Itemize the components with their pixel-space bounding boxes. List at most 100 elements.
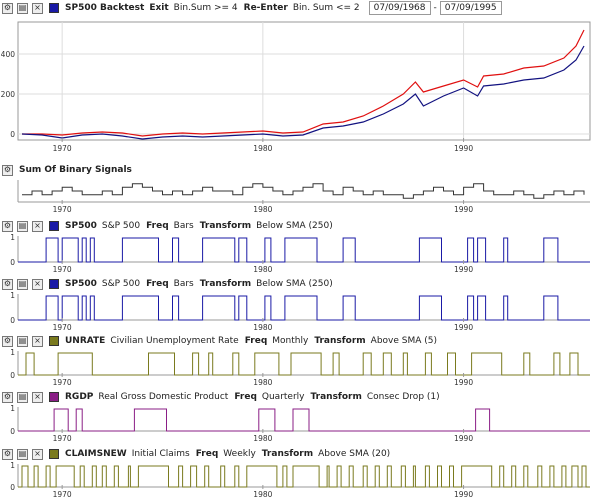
x-tick-label: 1980 bbox=[253, 323, 272, 332]
transform-label: Transform bbox=[199, 221, 252, 231]
signal-step-line bbox=[18, 408, 590, 432]
sp500-panel-2-header: ⚙ ▤ × SP500 S&P 500 Freq Bars Transform … bbox=[0, 276, 592, 292]
series-color-swatch[interactable] bbox=[49, 221, 59, 231]
freq-label: Freq bbox=[234, 392, 257, 402]
main-panel: ⚙ ▤ × SP500 Backtest Exit Bin.Sum >= 4 R… bbox=[0, 0, 592, 158]
series-name: CLAIMSNEW bbox=[65, 449, 127, 459]
y-tick-label: 0 bbox=[10, 316, 15, 325]
sp500-signal-chart-2: 1 0 1970 1980 1990 bbox=[10, 292, 590, 332]
transform-value[interactable]: Above SMA (20) bbox=[318, 449, 390, 459]
unrate-signal-chart: 1 0 1970 1980 1990 bbox=[10, 349, 590, 387]
copy-icon[interactable]: ▤ bbox=[17, 335, 28, 347]
x-tick-label: 1970 bbox=[53, 378, 72, 387]
x-tick-label: 1980 bbox=[253, 265, 272, 274]
x-tick-label: 1970 bbox=[53, 323, 72, 332]
copy-icon[interactable]: ▤ bbox=[17, 220, 28, 232]
rgdp-panel: ⚙ ▤ × RGDP Real Gross Domestic Product F… bbox=[0, 389, 592, 443]
close-icon[interactable]: × bbox=[32, 391, 43, 403]
transform-value[interactable]: Below SMA (250) bbox=[256, 279, 333, 289]
freq-label: Freq bbox=[195, 449, 219, 459]
x-tick-label: 1990 bbox=[454, 323, 473, 332]
backtest-name: SP500 Backtest bbox=[65, 3, 145, 13]
transform-value[interactable]: Above SMA (5) bbox=[371, 336, 437, 346]
y-tick-label: 0 bbox=[10, 427, 15, 436]
claims-signal-chart: 1 0 1970 1980 1990 bbox=[10, 462, 590, 499]
transform-value[interactable]: Consec Drop (1) bbox=[367, 392, 440, 402]
y-tick-label: 0 bbox=[10, 371, 15, 380]
date-separator: - bbox=[433, 3, 437, 13]
x-tick-label: 1990 bbox=[454, 144, 473, 153]
start-date-field[interactable]: 07/09/1968 bbox=[368, 1, 431, 15]
freq-value[interactable]: Bars bbox=[174, 279, 194, 289]
transform-label: Transform bbox=[310, 392, 362, 402]
x-tick-label: 1970 bbox=[53, 434, 72, 443]
series-color-swatch[interactable] bbox=[49, 336, 59, 346]
close-icon[interactable]: × bbox=[32, 2, 43, 14]
unrate-panel: ⚙ ▤ × UNRATE Civilian Unemployment Rate … bbox=[0, 333, 592, 387]
x-tick-label: 1980 bbox=[253, 490, 272, 499]
exit-label: Exit bbox=[149, 3, 169, 13]
close-icon[interactable]: × bbox=[32, 335, 43, 347]
freq-label: Freq bbox=[146, 221, 169, 231]
transform-label: Transform bbox=[199, 279, 252, 289]
gear-icon[interactable]: ⚙ bbox=[2, 391, 13, 403]
series-desc: Civilian Unemployment Rate bbox=[110, 336, 239, 346]
freq-value[interactable]: Bars bbox=[174, 221, 194, 231]
freq-value[interactable]: Monthly bbox=[272, 336, 308, 346]
main-panel-header: ⚙ ▤ × SP500 Backtest Exit Bin.Sum >= 4 R… bbox=[0, 0, 592, 16]
transform-label: Transform bbox=[314, 336, 366, 346]
x-tick-label: 1980 bbox=[253, 144, 272, 153]
sp500-panel-1: ⚙ ▤ × SP500 S&P 500 Freq Bars Transform … bbox=[0, 218, 592, 274]
signal-line bbox=[22, 183, 585, 199]
x-tick-label: 1990 bbox=[454, 265, 473, 274]
y-tick-label: 1 bbox=[10, 234, 15, 242]
series-desc: Real Gross Domestic Product bbox=[98, 392, 229, 402]
close-icon[interactable]: × bbox=[32, 220, 43, 232]
close-icon[interactable]: × bbox=[32, 278, 43, 290]
y-tick-label: 1 bbox=[10, 292, 15, 300]
freq-value[interactable]: Weekly bbox=[223, 449, 255, 459]
y-tick-label: 0 bbox=[10, 130, 15, 139]
gear-icon[interactable]: ⚙ bbox=[2, 278, 13, 290]
copy-icon[interactable]: ▤ bbox=[17, 278, 28, 290]
x-tick-label: 1980 bbox=[253, 205, 272, 214]
x-tick-label: 1980 bbox=[253, 378, 272, 387]
y-tick-label: 400 bbox=[1, 50, 16, 59]
sum-chart: 1970 1980 1990 bbox=[17, 180, 590, 214]
signal-step-line bbox=[18, 352, 590, 376]
x-tick-label: 1990 bbox=[454, 378, 473, 387]
sum-panel: ⚙ Sum Of Binary Signals 1970 1980 1990 bbox=[0, 162, 592, 214]
transform-value[interactable]: Below SMA (250) bbox=[256, 221, 333, 231]
close-icon[interactable]: × bbox=[32, 448, 43, 460]
series-name: RGDP bbox=[65, 392, 94, 402]
plot-area bbox=[17, 21, 591, 141]
rgdp-panel-header: ⚙ ▤ × RGDP Real Gross Domestic Product F… bbox=[0, 389, 592, 405]
copy-icon[interactable]: ▤ bbox=[17, 391, 28, 403]
backtest-chart: 0 200 400 1970 1980 1990 bbox=[1, 21, 591, 153]
copy-icon[interactable]: ▤ bbox=[17, 2, 28, 14]
exit-rule: Bin.Sum >= 4 bbox=[173, 3, 238, 13]
x-tick-label: 1990 bbox=[454, 205, 473, 214]
series-color-swatch[interactable] bbox=[49, 449, 59, 459]
freq-label: Freq bbox=[244, 336, 268, 346]
x-tick-label: 1970 bbox=[53, 265, 72, 274]
gear-icon[interactable]: ⚙ bbox=[2, 448, 13, 460]
copy-icon[interactable]: ▤ bbox=[17, 448, 28, 460]
y-tick-label: 0 bbox=[10, 483, 15, 492]
series-color-swatch[interactable] bbox=[49, 392, 59, 402]
gear-icon[interactable]: ⚙ bbox=[2, 164, 13, 176]
claims-panel: ⚙ ▤ × CLAIMSNEW Initial Claims Freq Week… bbox=[0, 446, 592, 499]
signal-step-line bbox=[18, 465, 590, 488]
series-desc: Initial Claims bbox=[131, 449, 190, 459]
freq-label: Freq bbox=[146, 279, 169, 289]
claims-panel-header: ⚙ ▤ × CLAIMSNEW Initial Claims Freq Week… bbox=[0, 446, 592, 462]
series-color-swatch[interactable] bbox=[49, 279, 59, 289]
x-tick-label: 1970 bbox=[53, 144, 72, 153]
sp500-panel-2: ⚙ ▤ × SP500 S&P 500 Freq Bars Transform … bbox=[0, 276, 592, 332]
series-color-swatch[interactable] bbox=[49, 3, 59, 13]
gear-icon[interactable]: ⚙ bbox=[2, 2, 13, 14]
gear-icon[interactable]: ⚙ bbox=[2, 220, 13, 232]
freq-value[interactable]: Quarterly bbox=[262, 392, 305, 402]
gear-icon[interactable]: ⚙ bbox=[2, 335, 13, 347]
end-date-field[interactable]: 07/09/1995 bbox=[439, 1, 502, 15]
